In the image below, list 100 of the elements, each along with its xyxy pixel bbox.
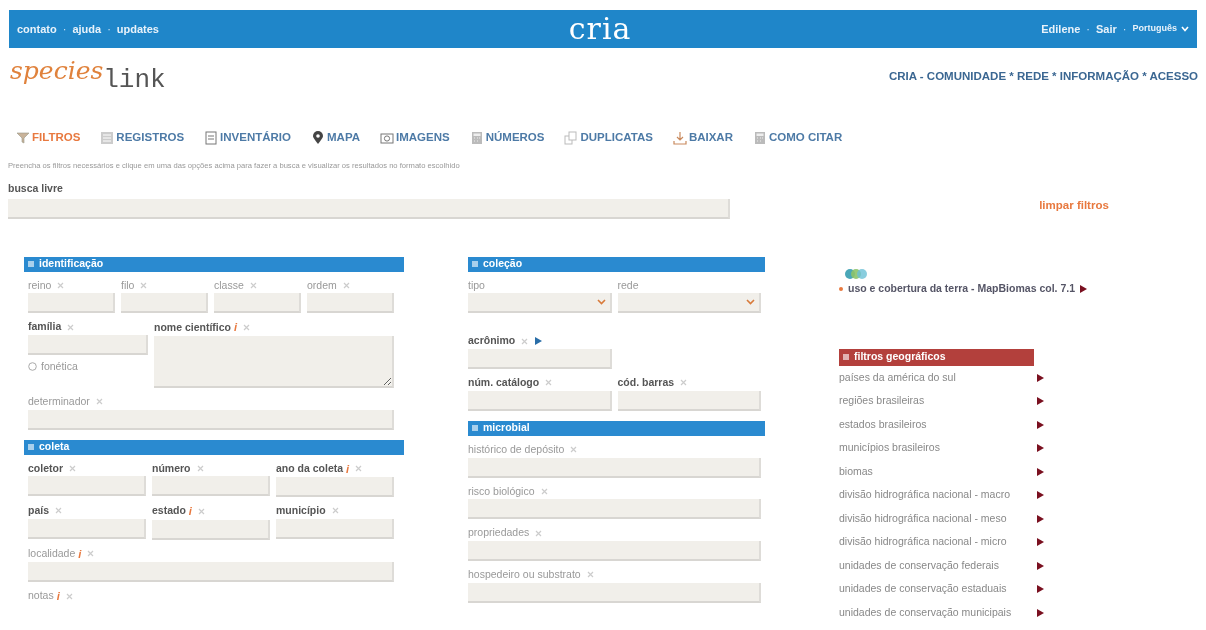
chevron-down-icon [596,299,606,306]
input-field[interactable] [28,562,394,582]
play-arrow-icon [1037,397,1044,405]
nav-tab[interactable]: FILTROS [16,129,81,147]
input-field[interactable] [152,519,270,540]
input-field[interactable] [214,293,301,314]
input-field[interactable] [617,390,761,411]
geo-filter-item[interactable]: unidades de conservação municipais [839,600,1044,625]
specieslink-logo[interactable]: specieslink [10,52,166,92]
field-label: cód. barras [617,375,675,390]
input-field[interactable] [276,518,394,539]
checkbox-option[interactable]: fonética [28,359,148,375]
text-area[interactable] [154,335,394,388]
nav-tab[interactable]: NÚMEROS [469,129,545,147]
nav-tab[interactable]: DUPLICATAS [564,129,653,147]
field-label: tipo [468,277,485,293]
clear-icon [65,592,73,600]
top-link[interactable]: Sair [1096,20,1117,38]
top-link[interactable]: contato [17,20,57,38]
select-field[interactable] [468,293,612,314]
field-label: rede [617,277,639,293]
section-header[interactable]: identificação [24,256,404,272]
geo-filter-item[interactable]: unidades de conservação federais [839,553,1044,578]
map-pin-icon [311,131,325,145]
search-field[interactable] [8,199,730,220]
field-label: propriedades [468,525,530,541]
clear-filters-link[interactable]: limpar filtros [1039,196,1109,241]
field-label: estado [152,503,186,519]
geo-filter-item[interactable]: biomas [839,459,1044,484]
section-header[interactable]: microbial [468,420,765,436]
input-field[interactable] [307,293,394,314]
nav-tab[interactable]: REGISTROS [100,129,185,147]
language-dropdown[interactable]: Português [1132,22,1189,36]
geo-filter-item[interactable]: estados brasileiros [839,412,1044,437]
play-arrow-icon [1037,538,1044,546]
input-field[interactable] [468,541,761,561]
input-field[interactable] [28,293,115,314]
input-field[interactable] [152,476,270,497]
nav-tab[interactable]: MAPA [311,129,360,147]
download-icon [672,131,687,145]
input-field[interactable] [28,476,146,497]
brand-logo[interactable]: cria [568,14,632,44]
nav-tab[interactable]: IMAGENS [380,129,450,147]
info-icon[interactable]: i [188,503,192,520]
input-field[interactable] [276,477,394,497]
map-layer-link[interactable]: uso e cobertura da terra - MapBiomas col. 7.1 [839,281,1099,297]
geo-filter-item[interactable]: regiões brasileiras [839,389,1044,413]
geo-filter-item[interactable]: unidades de conservação estaduais [839,577,1044,601]
separator-dot: · [107,21,111,37]
clear-icon [243,324,251,331]
input-field[interactable] [468,582,761,603]
separator-dot: · [1122,21,1127,37]
section-header[interactable]: coleção [468,256,765,272]
info-icon[interactable]: i [56,588,60,605]
input-field[interactable] [28,409,394,430]
nav-tab[interactable]: INVENTÁRIO [204,129,291,147]
info-icon[interactable]: i [78,545,82,562]
clear-icon [69,464,76,472]
clear-icon [570,446,578,454]
bullet-icon [839,286,843,291]
field-label: família [28,319,62,335]
geo-filter-item[interactable]: divisão hidrográfica nacional - micro [839,530,1044,554]
field-label: reino [28,277,52,293]
input-field[interactable] [121,293,208,314]
select-field[interactable] [617,293,761,314]
nav-tab[interactable]: BAIXAR [672,129,733,147]
clear-icon [95,398,103,406]
geo-filter-item[interactable]: países da américa do sul [839,365,1044,390]
input-field[interactable] [468,390,612,411]
field-label: filo [121,277,135,293]
site-links[interactable]: CRIA - COMUNIDADE * REDE * INFORMAÇÃO * ACESSO [888,68,1198,86]
field-label: ordem [307,277,337,293]
geo-filter-item[interactable]: divisão hidrográfica nacional - macro [839,483,1044,507]
geo-filter-item[interactable]: divisão hidrográfica nacional - meso [839,506,1044,531]
field-label: coletor [28,460,63,476]
camera-icon [380,131,394,145]
section-header[interactable]: coleta [24,439,404,455]
play-arrow-icon [1037,467,1044,476]
section-header[interactable]: filtros geográficos [839,348,1034,366]
field-label: ano da coleta [276,460,344,476]
nav-tab[interactable]: COMO CITAR [752,129,843,147]
input-field[interactable] [28,518,146,539]
input-field[interactable] [468,457,761,478]
info-icon[interactable]: i [346,460,350,477]
input-field[interactable] [468,499,761,520]
top-link[interactable]: Edilene [1041,20,1081,38]
input-field[interactable] [28,335,148,355]
geo-filter-item[interactable]: municípios brasileiros [839,436,1044,460]
info-icon[interactable]: i [234,319,238,336]
radio-icon [28,362,37,372]
field-label: hospedeiro ou substrato [468,567,581,582]
input-field[interactable] [468,349,612,369]
field-label: notas [28,588,54,604]
top-link[interactable]: ajuda [72,20,102,38]
list-icon [100,131,115,145]
play-arrow-icon [1037,585,1044,593]
clear-icon [355,465,363,473]
play-arrow-icon [1037,491,1044,499]
field-label: histórico de depósito [468,441,565,457]
top-link[interactable]: updates [116,20,159,38]
